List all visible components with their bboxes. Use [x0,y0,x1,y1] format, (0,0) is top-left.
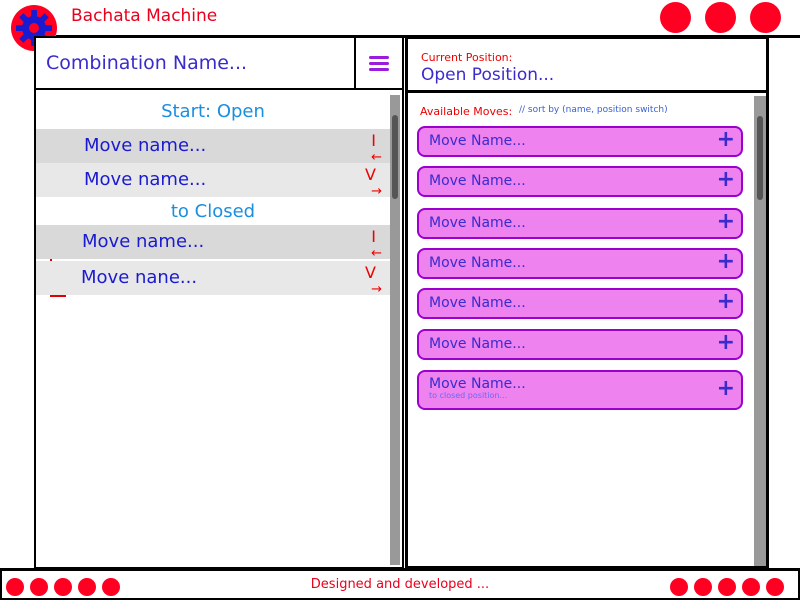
hamburger-menu-icon [369,53,389,74]
move-card-name: Move Name... [429,133,526,149]
left-scrollbar-thumb[interactable] [392,115,398,199]
direction-glyph: I [371,227,376,246]
arrow-right-icon: → [371,282,382,297]
move-name: Move name... [84,135,207,156]
combination-move-row[interactable]: Move name... I ← [36,225,390,261]
transition-label: to Closed [170,201,256,222]
move-card-name: Move Name... [429,173,526,189]
combination-move-row[interactable]: Move name... V → [36,163,390,199]
combination-list: Start: Open Move name... I ← Move name..… [36,93,402,567]
add-move-icon[interactable]: + [717,378,735,400]
left-scrollbar[interactable] [390,95,400,565]
footer-button[interactable] [718,578,736,596]
direction-glyph: V [365,165,376,184]
footer: Designed and developed ... [0,568,800,600]
footer-button[interactable] [694,578,712,596]
window-button-3[interactable] [750,2,781,33]
combination-move-row[interactable]: Move name... I ← [36,129,390,164]
footer-right-buttons [670,578,784,596]
move-name: Move name... [82,231,205,252]
move-card-name: Move Name... [429,336,526,352]
current-position-value: Open Position... [421,65,555,85]
move-card[interactable]: Move Name... + [417,329,743,360]
app-title: Bachata Machine [71,6,218,26]
add-move-icon[interactable]: + [717,291,735,313]
direction-glyph: I [371,131,376,150]
move-card[interactable]: Move Name... + [417,248,743,279]
direction-glyph: V [365,263,376,282]
move-card-name: Move Name... [429,255,526,271]
right-header-divider [408,90,766,93]
arrow-right-icon: → [371,184,382,199]
window-controls [660,2,781,33]
add-move-icon[interactable]: + [717,332,735,354]
footer-button[interactable] [742,578,760,596]
move-card[interactable]: Move Name... + [417,288,743,319]
sort-hint: // sort by (name, position switch) [519,105,668,115]
add-move-icon[interactable]: + [717,129,735,151]
available-moves-label: Available Moves: [420,105,513,118]
right-scrollbar-thumb[interactable] [757,116,763,200]
window-button-1[interactable] [660,2,691,33]
start-position-label: Start: Open [161,101,265,122]
window-button-2[interactable] [705,2,736,33]
right-scrollbar[interactable] [754,96,766,566]
combination-name-input[interactable]: Combination Name... [36,38,356,90]
arrow-left-icon: ← [371,246,382,261]
move-card[interactable]: Move Name... + [417,208,743,239]
combination-move-row[interactable]: Move nane... V → [36,261,390,297]
move-card-subtitle: to closed position... [429,391,508,400]
add-move-icon[interactable]: + [717,169,735,191]
move-name: Move nane... [81,267,198,288]
footer-button[interactable] [670,578,688,596]
move-card-name: Move Name... [429,295,526,311]
combination-panel: Combination Name... Start: Open Move nam… [34,36,404,569]
move-card[interactable]: Move Name... to closed position... + [417,370,743,410]
move-name: Move name... [84,169,207,190]
move-card-name: Move Name... [429,215,526,231]
menu-button[interactable] [356,38,402,90]
current-position-label: Current Position: [421,51,513,64]
move-card[interactable]: Move Name... + [417,126,743,157]
move-card[interactable]: Move Name... + [417,166,743,197]
footer-button[interactable] [766,578,784,596]
available-moves-panel: Current Position: Open Position... Avail… [405,36,769,569]
move-card-name: Move Name... [429,376,526,392]
add-move-icon[interactable]: + [717,251,735,273]
add-move-icon[interactable]: + [717,211,735,233]
